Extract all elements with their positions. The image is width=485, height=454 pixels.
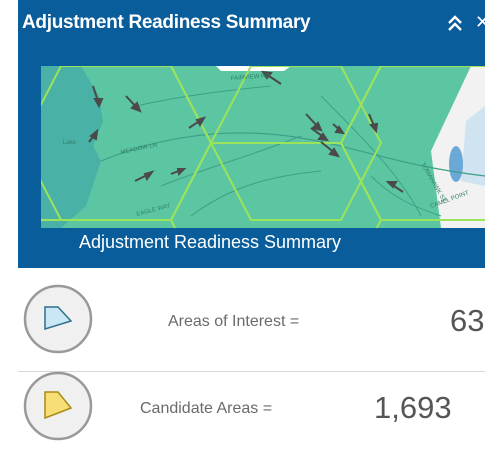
double-chevron-up-icon — [448, 15, 462, 31]
close-icon: ✕ — [475, 12, 485, 32]
water-label: Lake — [63, 140, 77, 146]
widget-title: Adjustment Readiness Summary — [22, 12, 311, 33]
stat-value: 1,693 — [374, 390, 452, 425]
map-thumbnail[interactable]: FAIRVIEW RD MEADOW LN TOMAHAWK ST EAGLE … — [41, 66, 485, 228]
summary-panel: Adjustment Readiness Summary ✕ FAIRVIEW … — [0, 0, 485, 454]
stat-row-candidate-areas[interactable]: Candidate Areas = 1,693 — [0, 370, 485, 454]
polygon-yellow-icon — [23, 371, 93, 441]
collapse-button[interactable] — [443, 8, 467, 36]
stat-row-areas-of-interest[interactable]: Areas of Interest = 63 — [0, 283, 485, 367]
map-graphic: FAIRVIEW RD MEADOW LN TOMAHAWK ST EAGLE … — [41, 66, 485, 228]
close-button[interactable]: ✕ — [475, 8, 485, 36]
stat-label: Candidate Areas = — [140, 400, 273, 417]
stat-value: 63 — [450, 303, 485, 338]
map-caption: Adjustment Readiness Summary — [78, 232, 342, 252]
stat-label: Areas of Interest = — [168, 313, 300, 330]
polygon-light-blue-icon — [23, 284, 93, 354]
